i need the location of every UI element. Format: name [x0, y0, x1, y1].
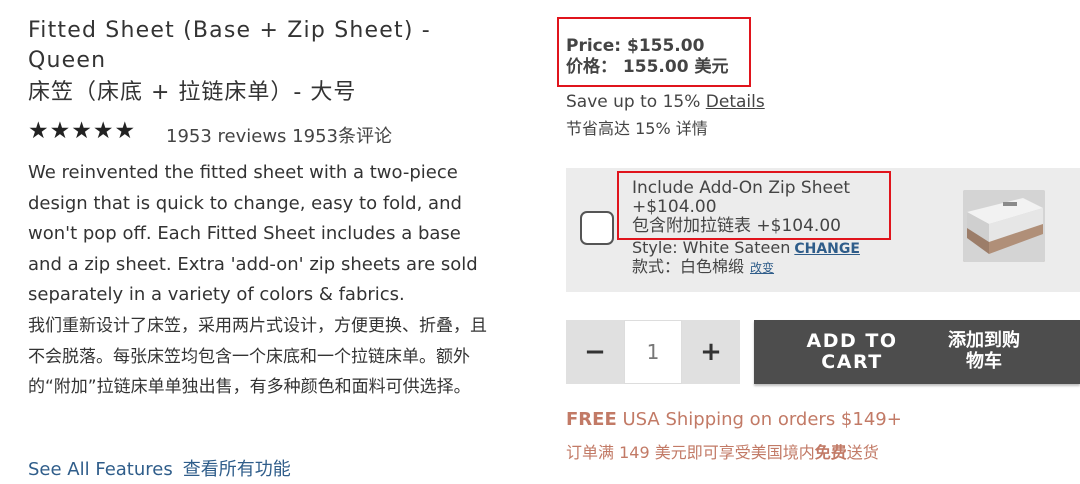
product-description: We reinvented the fitted sheet with a tw…	[28, 162, 478, 305]
save-label: Save up to 15%	[566, 92, 701, 112]
quantity-increase-button[interactable]: +	[682, 320, 740, 384]
add-to-cart-button[interactable]: ADD TO CART 添加到购物车	[754, 320, 1080, 384]
price-label-zh: 价格： 155.00 美元	[566, 57, 729, 77]
addon-highlight-box	[617, 171, 891, 240]
reviews-count[interactable]: 1953 reviews 1953条评论	[166, 122, 392, 148]
price-label: Price: $155.00	[566, 36, 705, 56]
addon-checkbox[interactable]	[580, 211, 614, 245]
details-link[interactable]: Details	[706, 92, 765, 112]
shipping-note-zh: 订单满 149 美元即可享受美国境内免费送货	[566, 439, 879, 463]
addon-style: Style: White Sateen CHANGE 款式：白色棉缎 改变	[632, 239, 860, 277]
shipping-text-zh-post: 送货	[846, 443, 879, 462]
quantity-input[interactable]: 1	[624, 320, 682, 384]
add-to-cart-label: ADD TO CART	[806, 330, 898, 373]
save-text-zh: 节省高达 15% 详情	[566, 119, 708, 138]
shipping-free-zh: 免费	[814, 443, 847, 462]
shipping-note: FREE USA Shipping on orders $149+	[566, 409, 902, 430]
rating-stars-icon[interactable]: ★★★★★	[28, 118, 136, 144]
zip-sheet-thumbnail[interactable]	[963, 190, 1045, 262]
bed-image-icon	[963, 190, 1045, 262]
add-to-cart-label-zh: 添加到购物车	[948, 330, 1020, 372]
change-style-link-zh[interactable]: 改变	[750, 261, 774, 275]
save-text: Save up to 15% Details	[566, 92, 765, 112]
shipping-text: USA Shipping on orders $149+	[616, 409, 902, 430]
quantity-decrease-button[interactable]: −	[566, 320, 624, 384]
reviews-count-zh: 1953条评论	[292, 126, 392, 147]
product-title: Fitted Sheet (Base + Zip Sheet) - Queen	[28, 18, 431, 73]
product-description-zh: 我们重新设计了床笠，采用两片式设计，方便更换、折叠，且不会脱落。每张床笠均包含一…	[28, 316, 487, 397]
see-all-features-link[interactable]: See All Features 查看所有功能	[28, 455, 291, 481]
product-title-zh: 床笠（床底 + 拉链床单）- 大号	[28, 80, 357, 105]
addon-style-label: Style: White Sateen	[632, 238, 791, 257]
change-style-link[interactable]: CHANGE	[794, 241, 860, 257]
features-link-en: See All Features	[28, 459, 173, 480]
free-badge: FREE	[566, 409, 617, 430]
features-link-zh: 查看所有功能	[182, 459, 291, 480]
shipping-text-zh-pre: 订单满 149 美元即可享受美国境内	[566, 443, 815, 462]
reviews-count-en: 1953 reviews	[166, 126, 287, 147]
addon-style-label-zh: 款式：白色棉缎	[632, 257, 745, 276]
